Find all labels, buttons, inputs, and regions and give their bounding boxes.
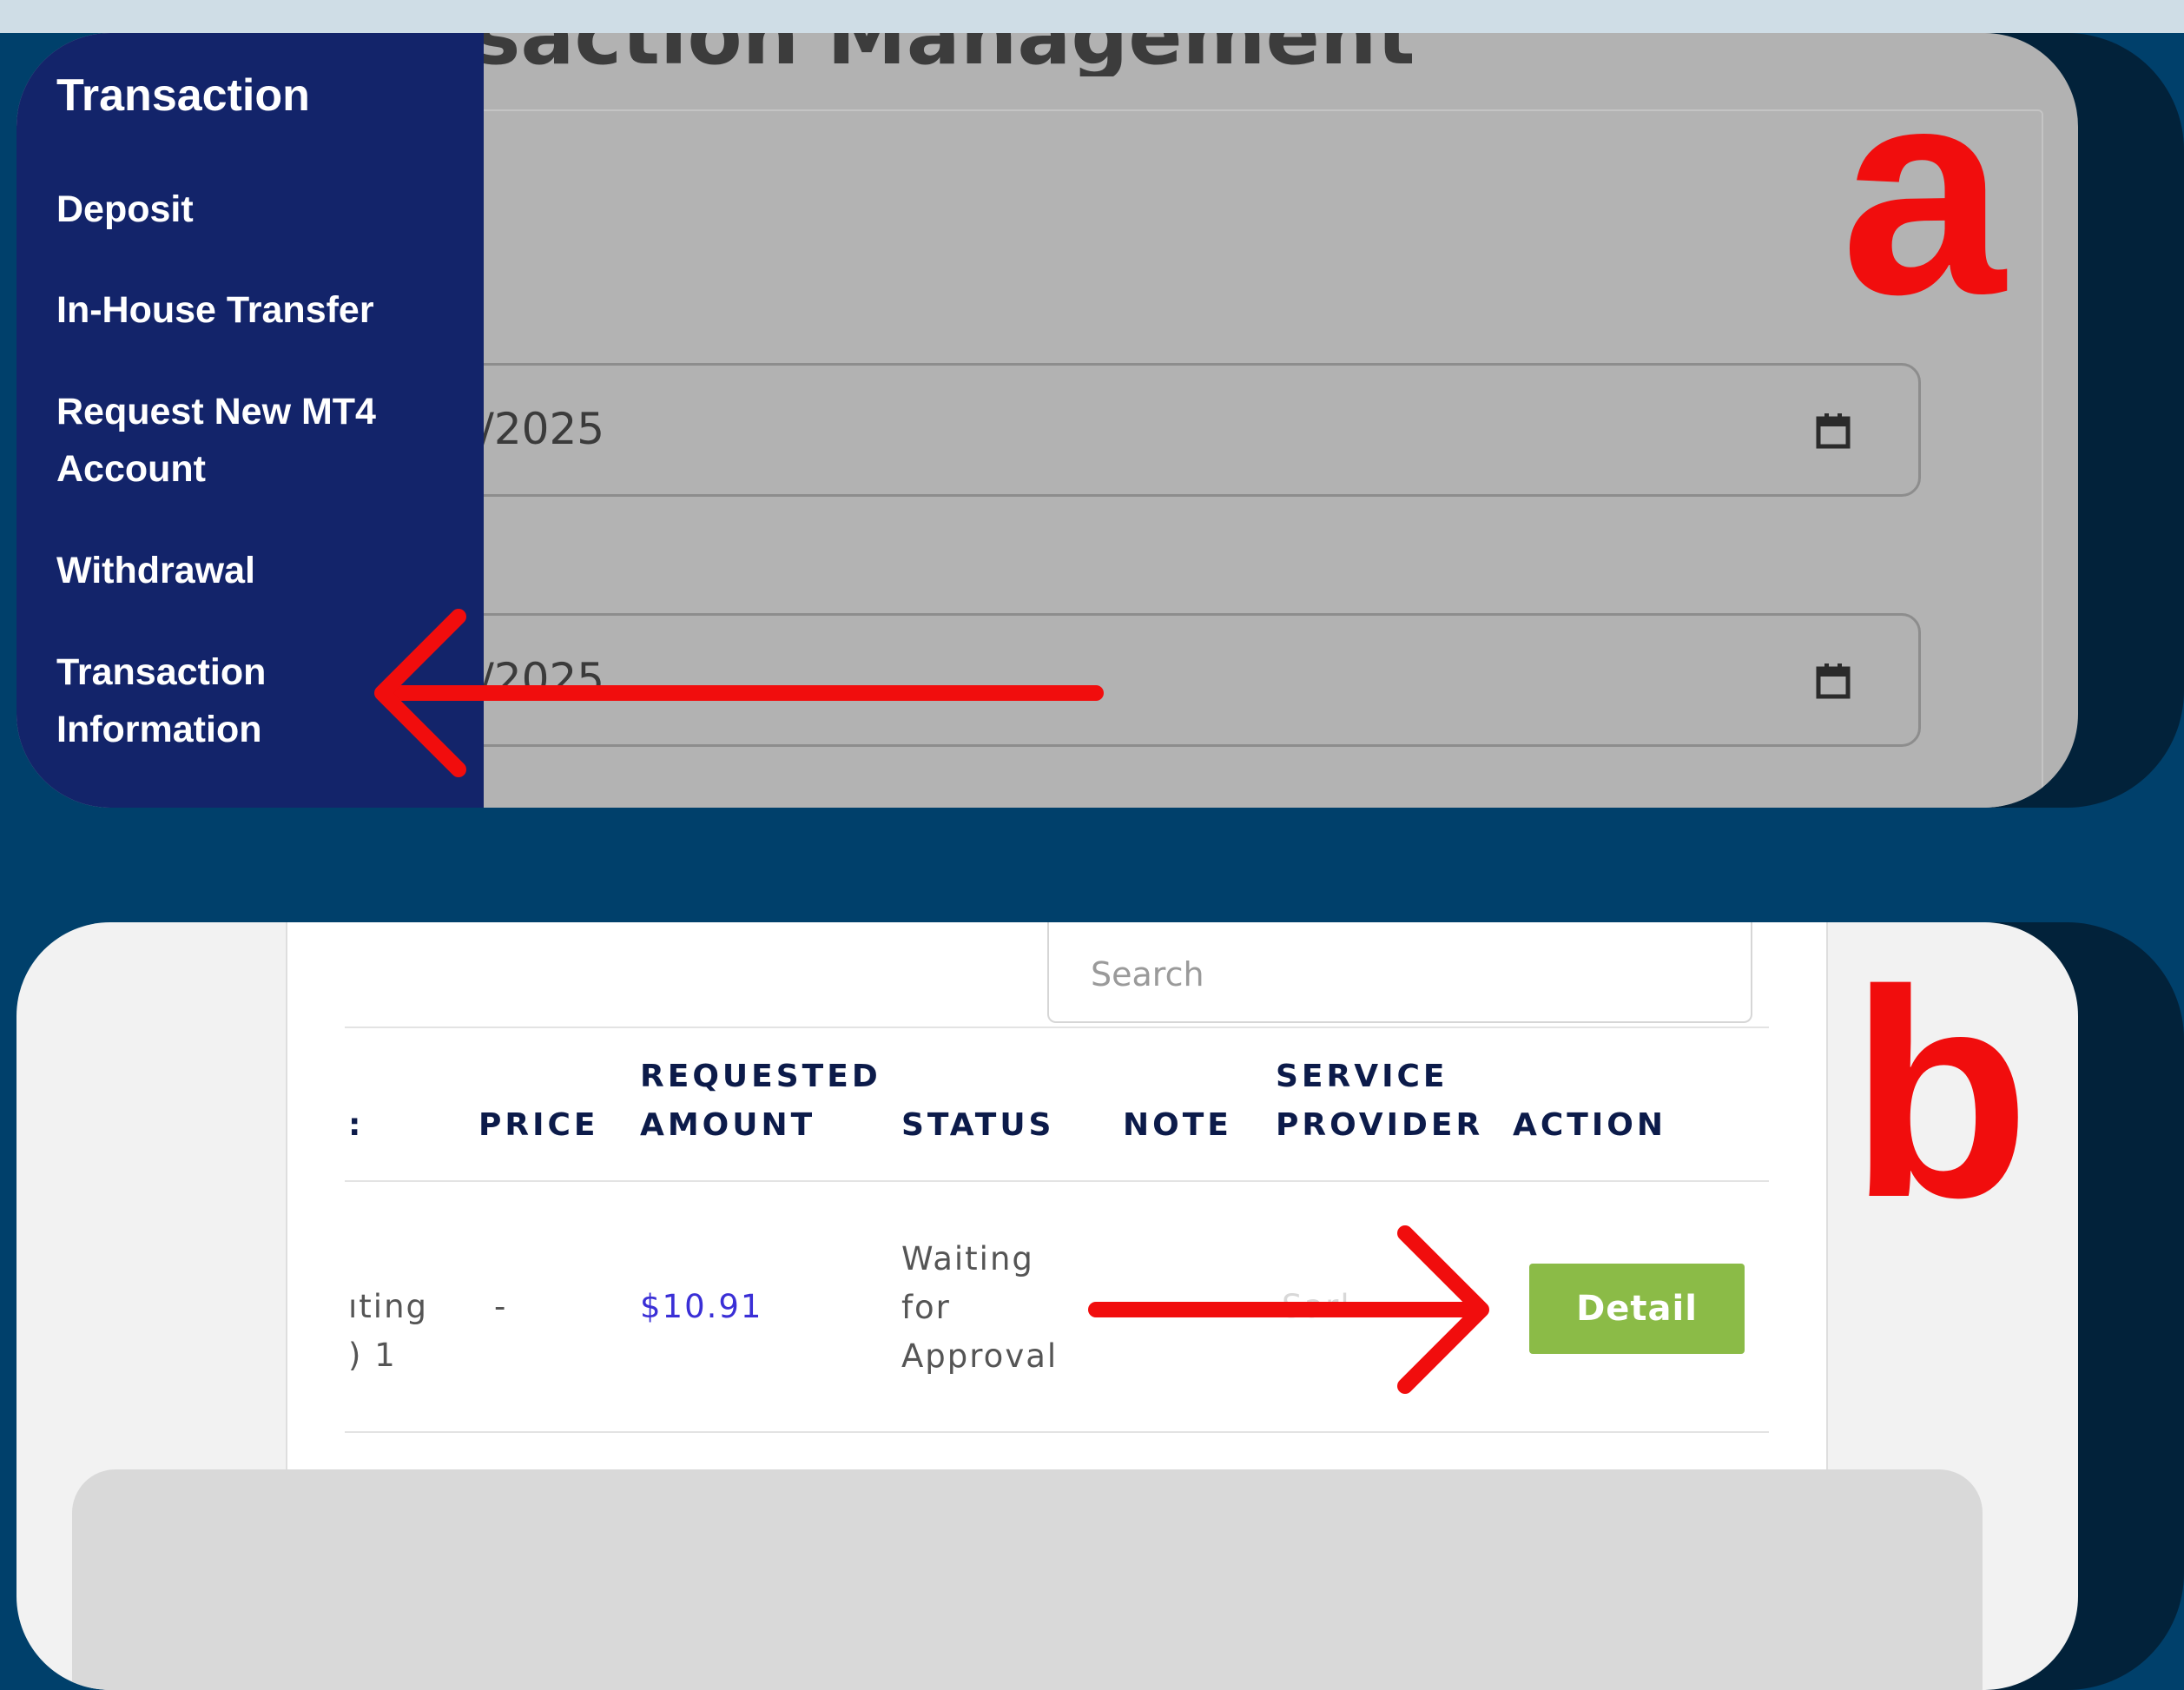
start-date-field[interactable]: /2025 — [381, 363, 1921, 497]
end-date-value: /2025 — [479, 654, 605, 704]
column-header-requested-amount: REQUESTED AMOUNT — [640, 1059, 881, 1143]
search-box[interactable] — [1047, 922, 1752, 1023]
cell-requested-amount: $10.91 — [640, 1288, 763, 1325]
column-header-service-provider: SERVICE PROVIDER — [1276, 1059, 1484, 1143]
sidebar-item-withdrawal[interactable]: Withdrawal — [56, 542, 456, 599]
sidebar: Transaction Deposit In-House Transfer Re… — [16, 33, 484, 808]
column-header-status: STATUS — [901, 1107, 1055, 1143]
annotation-letter-a: a — [1841, 26, 2006, 356]
cell-price: - — [494, 1288, 508, 1325]
divider — [345, 1431, 1769, 1433]
column-header-action: ACTION — [1513, 1107, 1666, 1143]
panel-a: Transaction Management /2025 /2025 Trans… — [16, 33, 2078, 808]
start-date-value: /2025 — [479, 404, 605, 454]
column-header-price: PRICE — [478, 1107, 599, 1143]
divider — [345, 1180, 1769, 1182]
cell-service-provider: Sarl — [1282, 1288, 1351, 1325]
cell-status: Waiting for Approval — [901, 1240, 1059, 1375]
cell-type: ıting ) 1 — [348, 1288, 429, 1374]
sidebar-item-in-house-transfer[interactable]: In-House Transfer — [56, 281, 456, 339]
divider — [345, 1027, 1769, 1028]
detail-button[interactable]: Detail — [1529, 1264, 1745, 1354]
calendar-icon[interactable] — [1816, 413, 1851, 450]
panel-b: : PRICE REQUESTED AMOUNT STATUS NOTE SER… — [16, 922, 2078, 1690]
search-input[interactable] — [1089, 952, 1700, 997]
annotation-letter-b: b — [1850, 929, 2030, 1259]
calendar-icon[interactable] — [1816, 663, 1851, 700]
sidebar-item-request-new-mt4-account[interactable]: Request New MT4 Account — [56, 383, 456, 498]
end-date-field[interactable]: /2025 — [381, 613, 1921, 747]
column-header-note: NOTE — [1123, 1107, 1232, 1143]
bottom-overlay — [72, 1469, 1983, 1690]
sidebar-item-transaction-information[interactable]: Transaction Information — [56, 644, 456, 758]
column-header-type: : — [348, 1107, 365, 1143]
sidebar-section-title: Transaction — [56, 70, 310, 121]
sidebar-item-deposit[interactable]: Deposit — [56, 181, 456, 238]
